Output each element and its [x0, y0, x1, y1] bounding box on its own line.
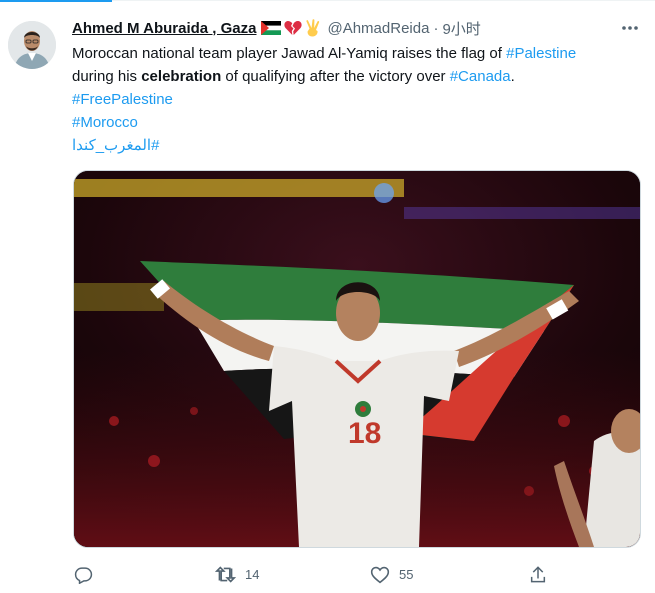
name-badges: [261, 19, 321, 37]
more-horizontal-icon: [622, 26, 638, 30]
text-line-1: Moroccan national team player Jawad Al-Y…: [72, 42, 647, 65]
hashtag-canada-link[interactable]: #Canada: [450, 68, 511, 85]
jersey-number: 18: [348, 417, 381, 450]
reply-icon: [74, 566, 93, 584]
more-options-button[interactable]: [617, 17, 643, 39]
tweet-header: Ahmed M Aburaida , Gaza @AhmadReida · 9小…: [72, 17, 481, 39]
text-line-2: during his celebration of qualifying aft…: [72, 65, 647, 88]
retweet-icon: [215, 565, 236, 583]
hashtag-arabic-link[interactable]: #المغرب_كندا: [72, 134, 159, 157]
separator-dot: ·: [433, 19, 439, 37]
victory-hand-icon: [306, 19, 320, 37]
text-segment: .: [510, 68, 515, 85]
reply-button[interactable]: [74, 563, 102, 585]
tweet-photo[interactable]: 18: [73, 170, 641, 548]
heart-icon: [370, 566, 390, 583]
photo-footballer-with-palestinian-flag: 18: [74, 171, 640, 547]
author-name[interactable]: Ahmed M Aburaida , Gaza: [72, 20, 256, 37]
like-count: 55: [399, 566, 414, 582]
like-button[interactable]: 55: [370, 563, 413, 585]
text-line-3: #FreePalestine: [72, 88, 647, 111]
share-button[interactable]: [529, 563, 547, 585]
avatar[interactable]: [8, 21, 56, 69]
action-bar: 14 55: [72, 563, 552, 585]
hashtag-palestine-link[interactable]: #Palestine: [506, 45, 576, 62]
retweet-count: 14: [245, 566, 260, 582]
author-handle[interactable]: @AhmadReida: [327, 20, 429, 37]
broken-heart-icon: [284, 20, 303, 35]
retweet-button[interactable]: 14: [215, 563, 259, 585]
bold-word: celebration: [141, 68, 222, 85]
hashtag-morocco-link[interactable]: #Morocco: [72, 114, 138, 131]
text-segment: of qualifying after the victory over: [221, 68, 450, 85]
hashtag-freepalestine-link[interactable]: #FreePalestine: [72, 91, 173, 108]
share-icon: [530, 565, 546, 582]
tweet-text: Moroccan national team player Jawad Al-Y…: [72, 42, 647, 157]
text-line-5: #المغرب_كندا: [72, 134, 647, 157]
palestine-flag-icon: [261, 21, 282, 35]
avatar-image: [8, 21, 56, 69]
text-line-4: #Morocco: [72, 111, 647, 134]
text-segment: Moroccan national team player Jawad Al-Y…: [72, 45, 507, 62]
active-indicator: [0, 0, 112, 2]
text-segment: during his: [72, 68, 142, 85]
tweet-timestamp[interactable]: 9小时: [442, 18, 480, 39]
